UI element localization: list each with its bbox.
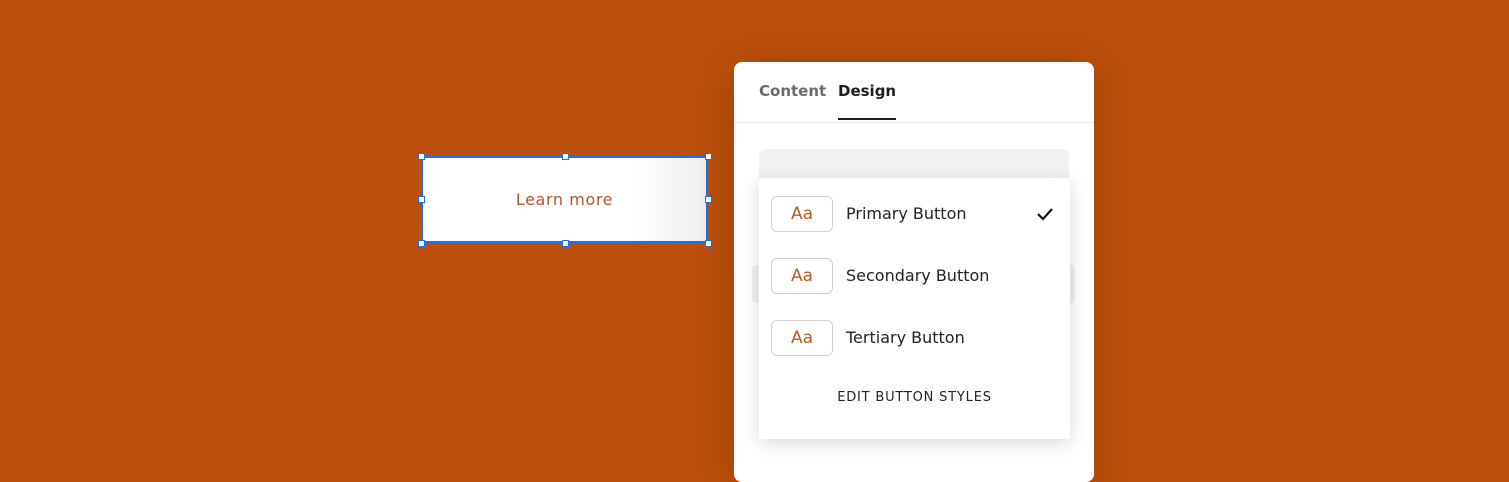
button-style-dropdown: Aa Primary Button Aa Secondary Button Aa… bbox=[759, 178, 1070, 439]
check-icon bbox=[1037, 208, 1053, 221]
option-label: Primary Button bbox=[846, 204, 967, 223]
resize-handle-top-center[interactable] bbox=[562, 153, 569, 160]
panel-tabs: Content Design bbox=[734, 62, 1094, 123]
resize-handle-top-left[interactable] bbox=[418, 153, 425, 160]
canvas-button-label: Learn more bbox=[515, 190, 614, 209]
selected-canvas-button[interactable]: Learn more bbox=[421, 156, 708, 243]
resize-handle-top-right[interactable] bbox=[705, 153, 712, 160]
tab-content[interactable]: Content bbox=[759, 82, 826, 120]
option-label: Secondary Button bbox=[846, 266, 990, 285]
resize-handle-middle-right[interactable] bbox=[705, 196, 712, 203]
option-primary-button[interactable]: Aa Primary Button bbox=[759, 189, 1070, 239]
style-swatch: Aa bbox=[771, 258, 833, 294]
option-tertiary-button[interactable]: Aa Tertiary Button bbox=[759, 313, 1070, 363]
style-swatch: Aa bbox=[771, 196, 833, 232]
option-secondary-button[interactable]: Aa Secondary Button bbox=[759, 251, 1070, 301]
resize-handle-bottom-left[interactable] bbox=[418, 240, 425, 247]
style-swatch: Aa bbox=[771, 320, 833, 356]
edit-button-styles-link[interactable]: EDIT BUTTON STYLES bbox=[759, 390, 1070, 405]
resize-handle-middle-left[interactable] bbox=[418, 196, 425, 203]
resize-handle-bottom-right[interactable] bbox=[705, 240, 712, 247]
option-label: Tertiary Button bbox=[846, 328, 965, 347]
resize-handle-bottom-center[interactable] bbox=[562, 240, 569, 247]
tab-design[interactable]: Design bbox=[838, 82, 897, 120]
